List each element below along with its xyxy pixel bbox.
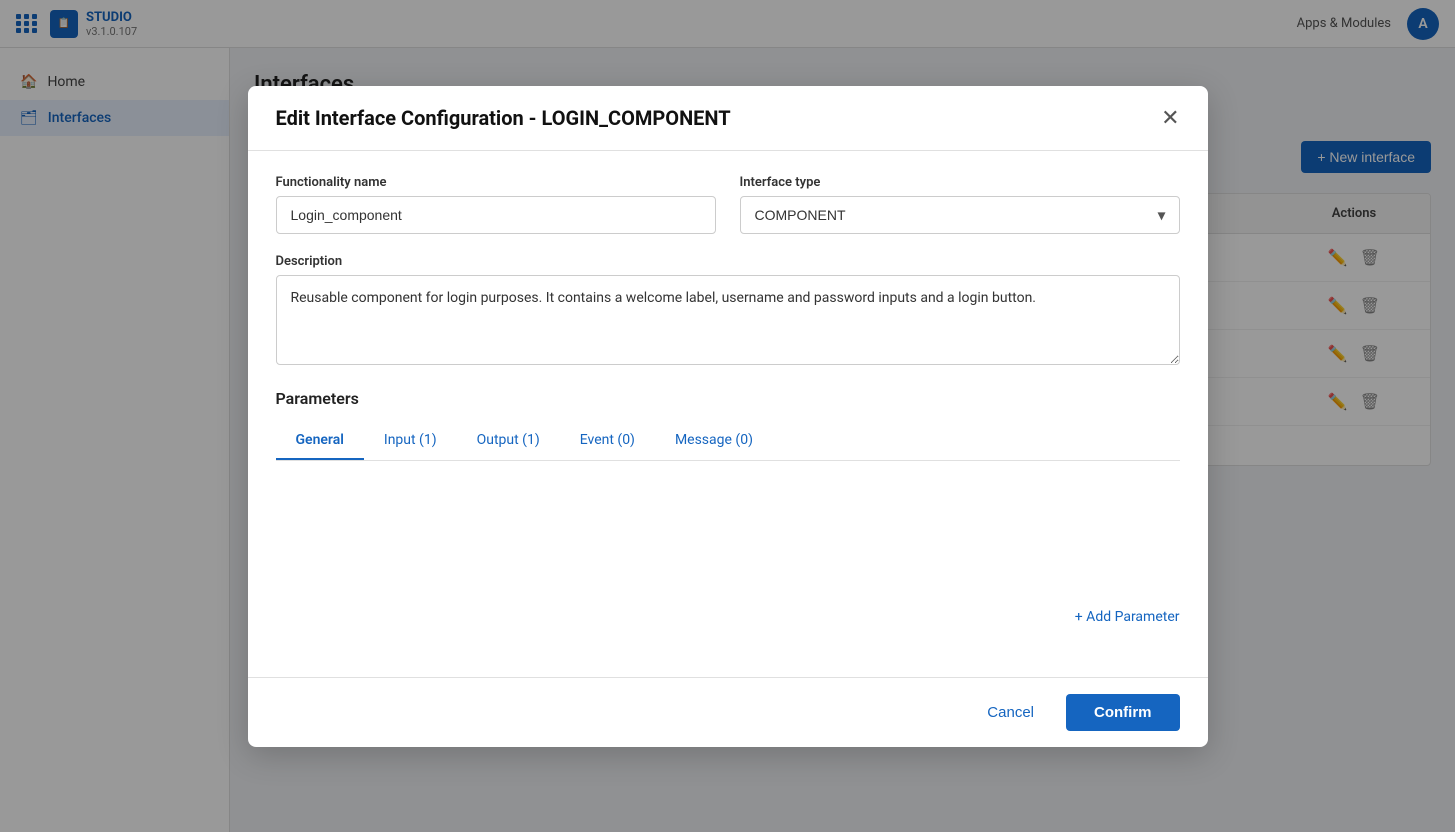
modal-footer: Cancel Confirm — [248, 677, 1208, 747]
confirm-button[interactable]: Confirm — [1066, 694, 1180, 731]
tab-message-label: Message (0) — [675, 432, 753, 448]
param-tabs: General Input (1) Output (1) Event (0) M… — [276, 422, 1180, 461]
edit-interface-modal: Edit Interface Configuration - LOGIN_COM… — [248, 86, 1208, 747]
tab-output-label: Output (1) — [477, 432, 540, 448]
interface-type-select[interactable]: COMPONENT PAGE DIALOG — [740, 196, 1180, 234]
tab-input-label: Input (1) — [384, 432, 437, 448]
param-tab-message[interactable]: Message (0) — [655, 422, 773, 460]
param-tab-general[interactable]: General — [276, 422, 364, 460]
modal-title: Edit Interface Configuration - LOGIN_COM… — [276, 106, 731, 130]
param-tab-input[interactable]: Input (1) — [364, 422, 457, 460]
interface-type-select-wrapper: COMPONENT PAGE DIALOG ▾ — [740, 196, 1180, 234]
modal-body: Functionality name Interface type COMPON… — [248, 151, 1208, 677]
modal-close-button[interactable]: ✕ — [1161, 107, 1179, 129]
tab-general-label: General — [296, 432, 344, 448]
modal-header: Edit Interface Configuration - LOGIN_COM… — [248, 86, 1208, 151]
form-row-top: Functionality name Interface type COMPON… — [276, 175, 1180, 234]
param-tab-output[interactable]: Output (1) — [457, 422, 560, 460]
add-parameter-link[interactable]: + Add Parameter — [1075, 609, 1180, 625]
description-textarea[interactable]: Reusable component for login purposes. I… — [276, 275, 1180, 365]
interface-type-group: Interface type COMPONENT PAGE DIALOG ▾ — [740, 175, 1180, 234]
description-group: Description Reusable component for login… — [276, 254, 1180, 369]
cancel-button[interactable]: Cancel — [967, 694, 1054, 731]
description-label: Description — [276, 254, 1180, 269]
functionality-name-label: Functionality name — [276, 175, 716, 190]
functionality-name-group: Functionality name — [276, 175, 716, 234]
add-parameter-section: + Add Parameter — [276, 601, 1180, 633]
interface-type-label: Interface type — [740, 175, 1180, 190]
modal-overlay: Edit Interface Configuration - LOGIN_COM… — [0, 0, 1455, 832]
parameters-section: Parameters General Input (1) Output (1) … — [276, 389, 1180, 633]
functionality-name-input[interactable] — [276, 196, 716, 234]
param-content-area — [276, 481, 1180, 601]
parameters-title: Parameters — [276, 389, 1180, 408]
tab-event-label: Event (0) — [580, 432, 635, 448]
param-tab-event[interactable]: Event (0) — [560, 422, 655, 460]
